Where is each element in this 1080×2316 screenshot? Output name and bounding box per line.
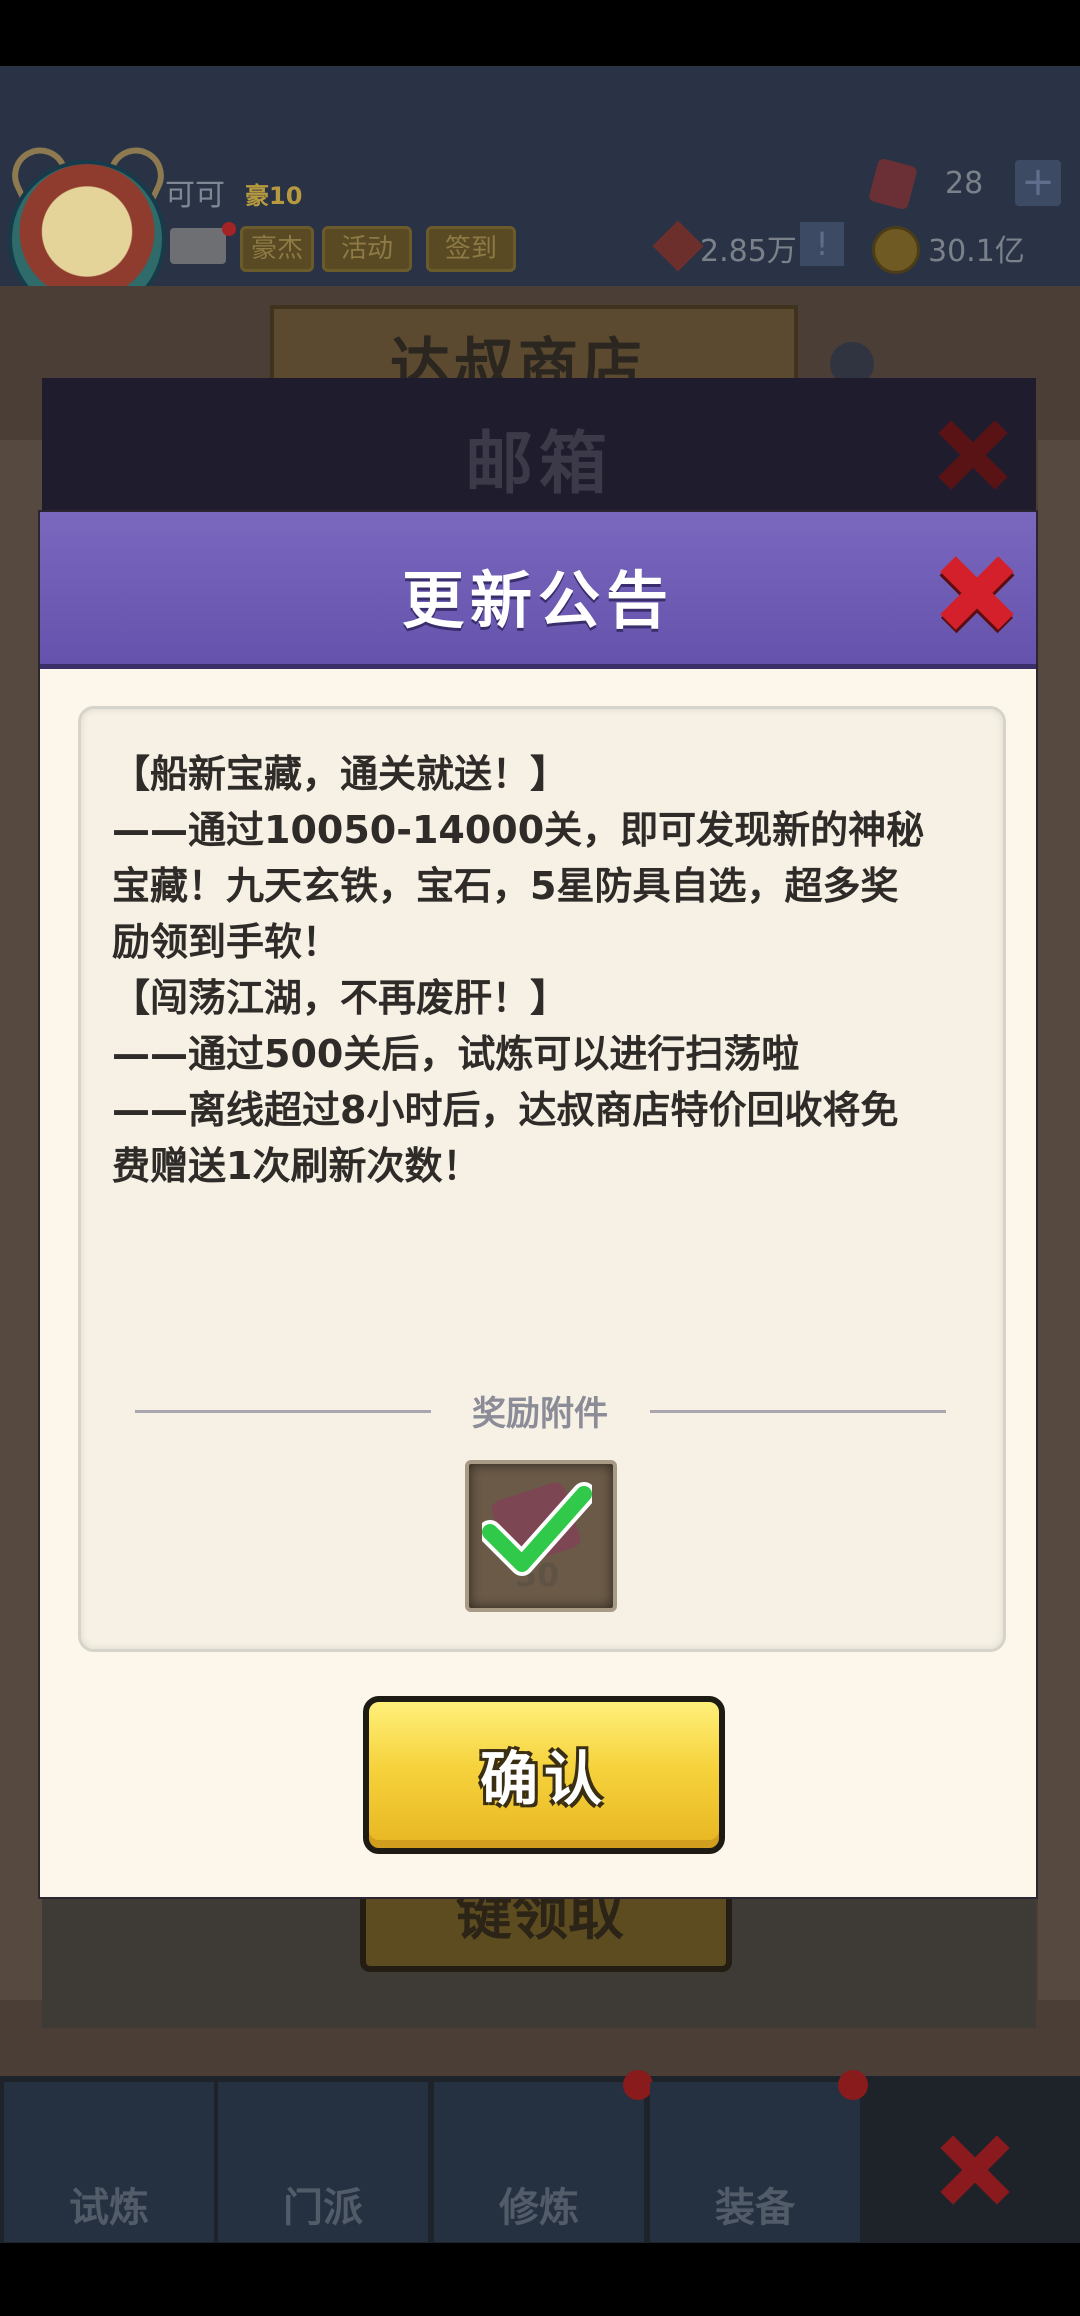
- checkin-button[interactable]: 签到: [426, 226, 516, 272]
- gem-count: 28: [945, 166, 984, 201]
- check-icon: [482, 1482, 592, 1576]
- divider-left: [135, 1410, 431, 1413]
- notice-line: 【船新宝藏，通关就送！】: [112, 752, 569, 796]
- divider-right: [650, 1410, 946, 1413]
- nav-notification-dot: [623, 2070, 653, 2100]
- notice-line: 宝藏！九天玄铁，宝石，5星防具自选，超多奖: [112, 864, 899, 908]
- events-button[interactable]: 活动: [322, 226, 412, 272]
- notice-line: ——通过10050-14000关，即可发现新的神秘: [112, 808, 925, 852]
- confirm-button-label: 确认: [479, 1745, 608, 1813]
- notice-line: ——通过500关后，试炼可以进行扫荡啦: [112, 1032, 800, 1076]
- coin-value: 30.1亿: [928, 234, 1025, 269]
- system-nav-bar: [0, 2243, 1080, 2316]
- mailbox-close-icon[interactable]: [928, 410, 1018, 500]
- nav-notification-dot: [838, 2070, 868, 2100]
- left-panel: [0, 440, 42, 2000]
- nav-sect-label: 门派: [283, 2185, 363, 2231]
- right-panel: [1038, 440, 1080, 2000]
- close-icon[interactable]: [932, 548, 1022, 638]
- alert-button[interactable]: !: [800, 222, 844, 266]
- notice-line: 费赠送1次刷新次数！: [112, 1144, 481, 1188]
- notice-line: 励领到手软！: [112, 920, 341, 964]
- notification-dot: [222, 222, 236, 236]
- nav-close-icon[interactable]: [930, 2125, 1020, 2215]
- notice-line: 【闯荡江湖，不再废肝！】: [112, 976, 569, 1020]
- nav-equipment-label: 装备: [715, 2185, 795, 2231]
- status-bar: [0, 0, 1080, 66]
- add-gems-button[interactable]: +: [1015, 160, 1061, 206]
- mailbox-title: 邮箱: [464, 425, 613, 504]
- mail-icon[interactable]: [170, 228, 226, 264]
- power-value: 2.85万: [700, 234, 797, 269]
- vip-badge: 豪10: [245, 182, 303, 210]
- coin-icon: [872, 226, 920, 274]
- nav-trial-label: 试炼: [69, 2185, 149, 2231]
- player-name: 可可: [165, 178, 225, 213]
- reward-label: 奖励附件: [472, 1394, 608, 1434]
- modal-title: 更新公告: [401, 564, 674, 637]
- heroes-button[interactable]: 豪杰: [240, 226, 314, 272]
- notice-line: ——离线超过8小时后，达叔商店特价回收将免: [112, 1088, 899, 1132]
- nav-cultivate-label: 修炼: [499, 2185, 579, 2231]
